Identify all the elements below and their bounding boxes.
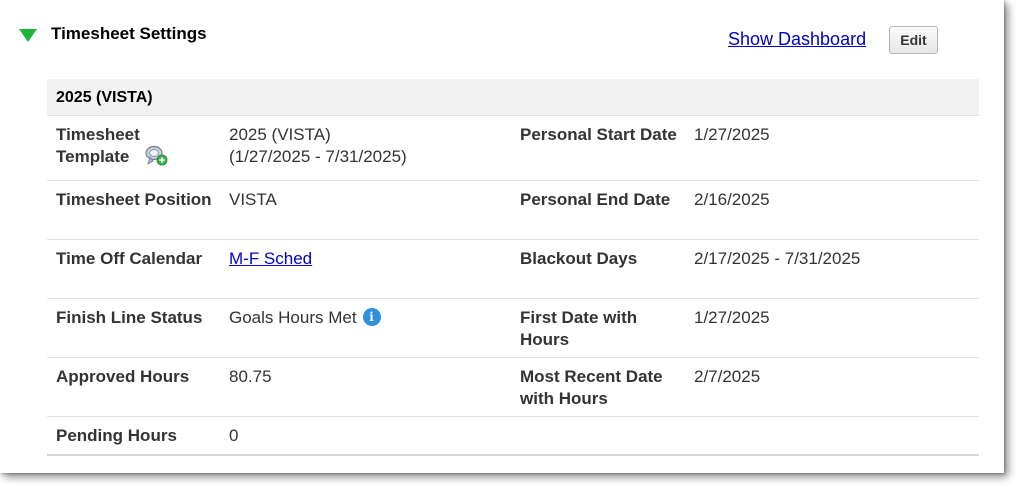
table-row: Timesheet Position VISTA Personal End Da… (47, 181, 979, 240)
row-value: M-F Sched (229, 248, 509, 270)
row-label: Pending Hours (56, 426, 177, 445)
table-row: Timesheet Template 2025 (VISTA) (1/27/20… (47, 116, 979, 181)
row-value: VISTA (229, 190, 277, 209)
row-label: Timesheet Template (56, 124, 216, 168)
row-label: Finish Line Status (56, 308, 203, 327)
row-label: Approved Hours (56, 367, 190, 386)
row-label: Time Off Calendar (56, 249, 203, 268)
section-header: Timesheet Settings Show Dashboard Edit (0, 0, 1004, 70)
row-value: 2025 (VISTA) (1/27/2025 - 7/31/2025) (229, 125, 407, 166)
section-title: Timesheet Settings (51, 24, 207, 43)
row-value: 2/17/2025 - 7/31/2025 (694, 249, 861, 268)
panel-heading: 2025 (VISTA) (47, 79, 979, 116)
row-value: 1/27/2025 (694, 308, 770, 327)
time-off-calendar-link[interactable]: M-F Sched (229, 249, 312, 268)
row-label: Timesheet Position (56, 190, 212, 209)
row-value: Goals Hours Met i (229, 307, 509, 329)
edit-button[interactable]: Edit (889, 26, 938, 54)
row-value: 80.75 (229, 367, 272, 386)
row-value: 0 (229, 426, 239, 445)
row-label: Most Recent Date with Hours (520, 367, 663, 408)
row-label: Personal End Date (520, 190, 671, 209)
settings-panel: 2025 (VISTA) Timesheet Template 2025 (VI… (47, 79, 979, 456)
template-settings-icon[interactable] (144, 145, 168, 167)
table-row: Time Off Calendar M-F Sched Blackout Day… (47, 240, 979, 299)
row-label: Personal Start Date (520, 125, 677, 144)
show-dashboard-link[interactable]: Show Dashboard (728, 29, 866, 50)
table-row: Approved Hours 80.75 Most Recent Date wi… (47, 358, 979, 417)
row-label: First Date with Hours (520, 308, 638, 349)
row-value: 2/16/2025 (694, 190, 770, 209)
row-value: 2/7/2025 (694, 367, 761, 386)
collapse-triangle-icon[interactable] (19, 29, 37, 42)
info-icon[interactable]: i (362, 308, 381, 327)
table-row: Pending Hours 0 (47, 417, 979, 456)
timesheet-settings-card: Timesheet Settings Show Dashboard Edit 2… (0, 0, 1004, 473)
row-value: 1/27/2025 (694, 125, 770, 144)
row-label: Blackout Days (520, 249, 638, 268)
table-row: Finish Line Status Goals Hours Met i Firs… (47, 299, 979, 358)
